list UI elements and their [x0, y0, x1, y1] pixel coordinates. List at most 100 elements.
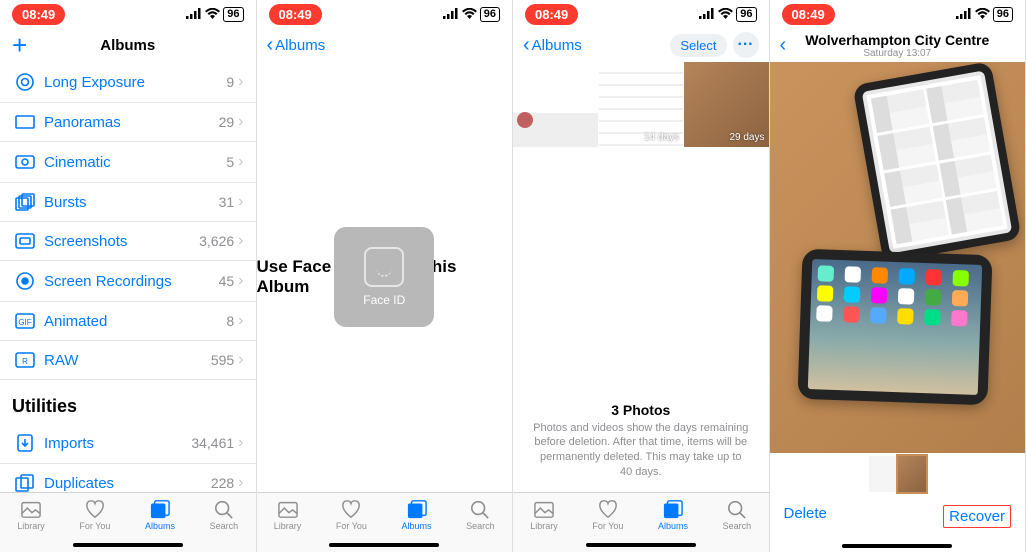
signal-icon [443, 6, 459, 22]
tab-for-you[interactable]: For You [79, 499, 110, 531]
tab-label: For You [592, 521, 623, 531]
face-id-overlay: Face ID [334, 227, 434, 327]
duplicates-icon [12, 474, 38, 492]
long-exposure-icon [12, 72, 38, 92]
svg-text:R: R [22, 357, 28, 366]
back-button[interactable]: ‹ Albums [267, 37, 326, 54]
photo-content [852, 62, 1021, 263]
home-indicator[interactable] [586, 543, 696, 547]
photo-thumbnail[interactable]: 14 days [599, 62, 684, 147]
photo-thumbnail[interactable]: 29 days [684, 62, 769, 147]
back-button[interactable]: ‹ Albums [523, 37, 582, 54]
chevron-right-icon: › [238, 153, 243, 171]
battery-indicator: 96 [480, 7, 500, 22]
row-count: 228 [211, 475, 234, 491]
chevron-right-icon: › [238, 272, 243, 290]
wifi-icon [205, 6, 220, 22]
album-row-screenshots[interactable]: Screenshots 3,626 › [0, 222, 256, 261]
album-row-panoramas[interactable]: Panoramas 29 › [0, 103, 256, 142]
tab-label: Albums [658, 521, 688, 531]
status-bar: 08:49 96 [0, 0, 256, 28]
tab-library[interactable]: Library [530, 499, 558, 531]
status-bar: 08:49 96 [257, 0, 513, 28]
screen-photo-detail: 08:49 96 ‹ Wolverhampton City Centre Sat… [770, 0, 1026, 552]
home-indicator[interactable] [73, 543, 183, 547]
screen-recently-deleted-grid: 08:49 96 ‹ Albums Select ··· 14 days 29 … [513, 0, 770, 552]
nav-bar: ‹ Albums Select ··· [513, 28, 769, 62]
status-time: 08:49 [782, 4, 835, 25]
album-row-animated[interactable]: GIF Animated 8 › [0, 302, 256, 341]
chevron-right-icon: › [238, 193, 243, 211]
row-label: Long Exposure [38, 74, 226, 91]
chevron-right-icon: › [238, 474, 243, 492]
battery-indicator: 96 [993, 7, 1013, 22]
tab-library[interactable]: Library [274, 499, 302, 531]
recover-button[interactable]: Recover [943, 505, 1011, 528]
row-count: 3,626 [199, 233, 234, 249]
album-row-screen-recordings[interactable]: Screen Recordings 45 › [0, 261, 256, 302]
status-right: 96 [443, 6, 500, 22]
cinematic-icon [12, 152, 38, 172]
row-label: Duplicates [38, 475, 211, 492]
tab-label: Albums [402, 521, 432, 531]
chevron-right-icon: › [238, 73, 243, 91]
signal-icon [956, 6, 972, 22]
chevron-right-icon: › [238, 232, 243, 250]
signal-icon [699, 6, 715, 22]
tab-for-you[interactable]: For You [592, 499, 623, 531]
albums-list[interactable]: Long Exposure 9 › Panoramas 29 › Cinemat… [0, 62, 256, 492]
row-label: Cinematic [38, 154, 226, 171]
days-badge: 14 days [644, 132, 679, 143]
nav-bar: ‹ Albums [257, 28, 513, 62]
tab-label: Library [530, 521, 558, 531]
album-row-bursts[interactable]: Bursts 31 › [0, 183, 256, 222]
album-row-cinematic[interactable]: Cinematic 5 › [0, 142, 256, 183]
filmstrip-thumb-selected[interactable] [898, 456, 926, 492]
tab-search[interactable]: Search [723, 499, 752, 531]
svg-text:GIF: GIF [18, 318, 31, 327]
tab-library[interactable]: Library [17, 499, 45, 531]
home-indicator[interactable] [329, 543, 439, 547]
ellipsis-icon: ··· [738, 36, 754, 54]
delete-button[interactable]: Delete [784, 505, 827, 528]
screen-recordings-icon [12, 271, 38, 291]
select-button[interactable]: Select [670, 34, 726, 57]
row-count: 8 [226, 313, 234, 329]
filmstrip[interactable] [770, 453, 1026, 495]
more-button[interactable]: ··· [733, 32, 759, 58]
tab-albums[interactable]: Albums [402, 499, 432, 531]
info-body: Photos and videos show the days remainin… [533, 421, 749, 480]
status-right: 96 [186, 6, 243, 22]
filmstrip-thumb[interactable] [869, 456, 897, 492]
row-label: Panoramas [38, 114, 219, 131]
tab-albums[interactable]: Albums [658, 499, 688, 531]
battery-indicator: 96 [223, 7, 243, 22]
album-row-raw[interactable]: R RAW 595 › [0, 341, 256, 380]
album-row-imports[interactable]: Imports 34,461 › [0, 423, 256, 464]
album-row-duplicates[interactable]: Duplicates 228 › [0, 464, 256, 492]
album-row-long-exposure[interactable]: Long Exposure 9 › [0, 62, 256, 103]
tab-for-you[interactable]: For You [336, 499, 367, 531]
tab-label: Library [274, 521, 302, 531]
wifi-icon [718, 6, 733, 22]
tab-search[interactable]: Search [210, 499, 239, 531]
photo-viewer[interactable] [770, 62, 1026, 453]
wifi-icon [975, 6, 990, 22]
face-id-area: Use Face ID to View This Album Face ID [257, 62, 513, 492]
status-right: 96 [699, 6, 756, 22]
back-label: Albums [275, 37, 325, 54]
tab-label: For You [79, 521, 110, 531]
tab-label: Search [210, 521, 239, 531]
tab-albums[interactable]: Albums [145, 499, 175, 531]
bursts-icon [12, 193, 38, 211]
screen-albums-list: 08:49 96 + Albums Long Exposure 9 › Pano… [0, 0, 257, 552]
add-button[interactable]: + [12, 30, 27, 61]
tab-search[interactable]: Search [466, 499, 495, 531]
row-count: 31 [219, 194, 235, 210]
status-time: 08:49 [269, 4, 322, 25]
photo-thumbnail[interactable] [513, 62, 598, 147]
status-bar: 08:49 96 [513, 0, 769, 28]
tab-label: Albums [145, 521, 175, 531]
home-indicator[interactable] [842, 544, 952, 548]
row-count: 45 [219, 273, 235, 289]
